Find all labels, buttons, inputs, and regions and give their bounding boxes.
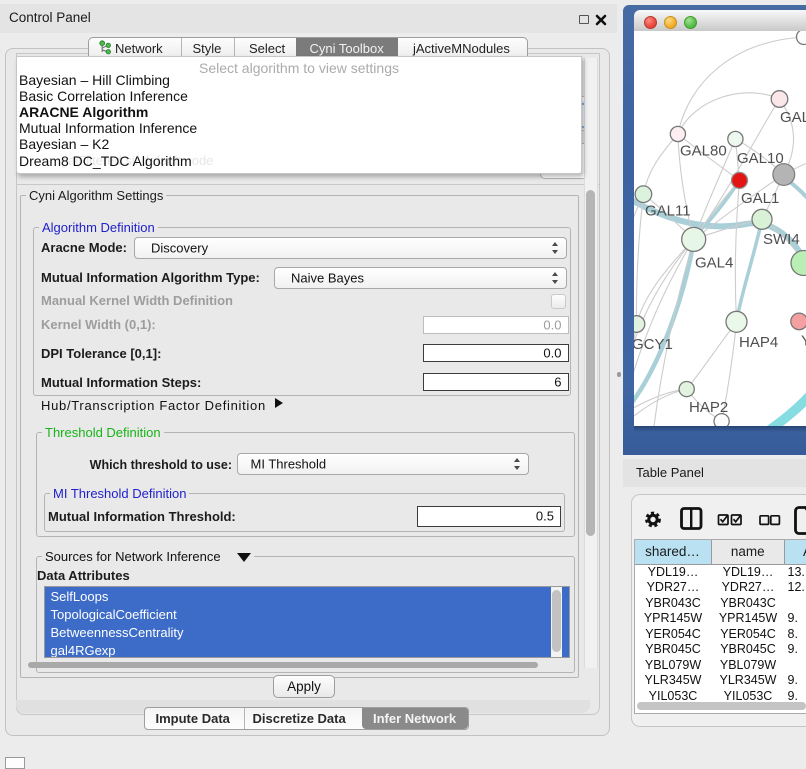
svg-text:GAL10: GAL10 [737, 150, 784, 167]
svg-text:HAP4: HAP4 [739, 334, 778, 351]
svg-text:YE: YE [801, 333, 806, 350]
svg-text:HAP2: HAP2 [689, 399, 728, 416]
svg-text:GCY1: GCY1 [634, 336, 673, 353]
svg-text:GAL80: GAL80 [680, 143, 727, 160]
svg-text:SWI4: SWI4 [763, 231, 800, 248]
svg-text:GAL7: GAL7 [780, 109, 806, 126]
svg-text:GAL1: GAL1 [741, 190, 779, 207]
svg-text:GAL4: GAL4 [695, 255, 733, 272]
svg-text:GAL11: GAL11 [645, 203, 691, 220]
